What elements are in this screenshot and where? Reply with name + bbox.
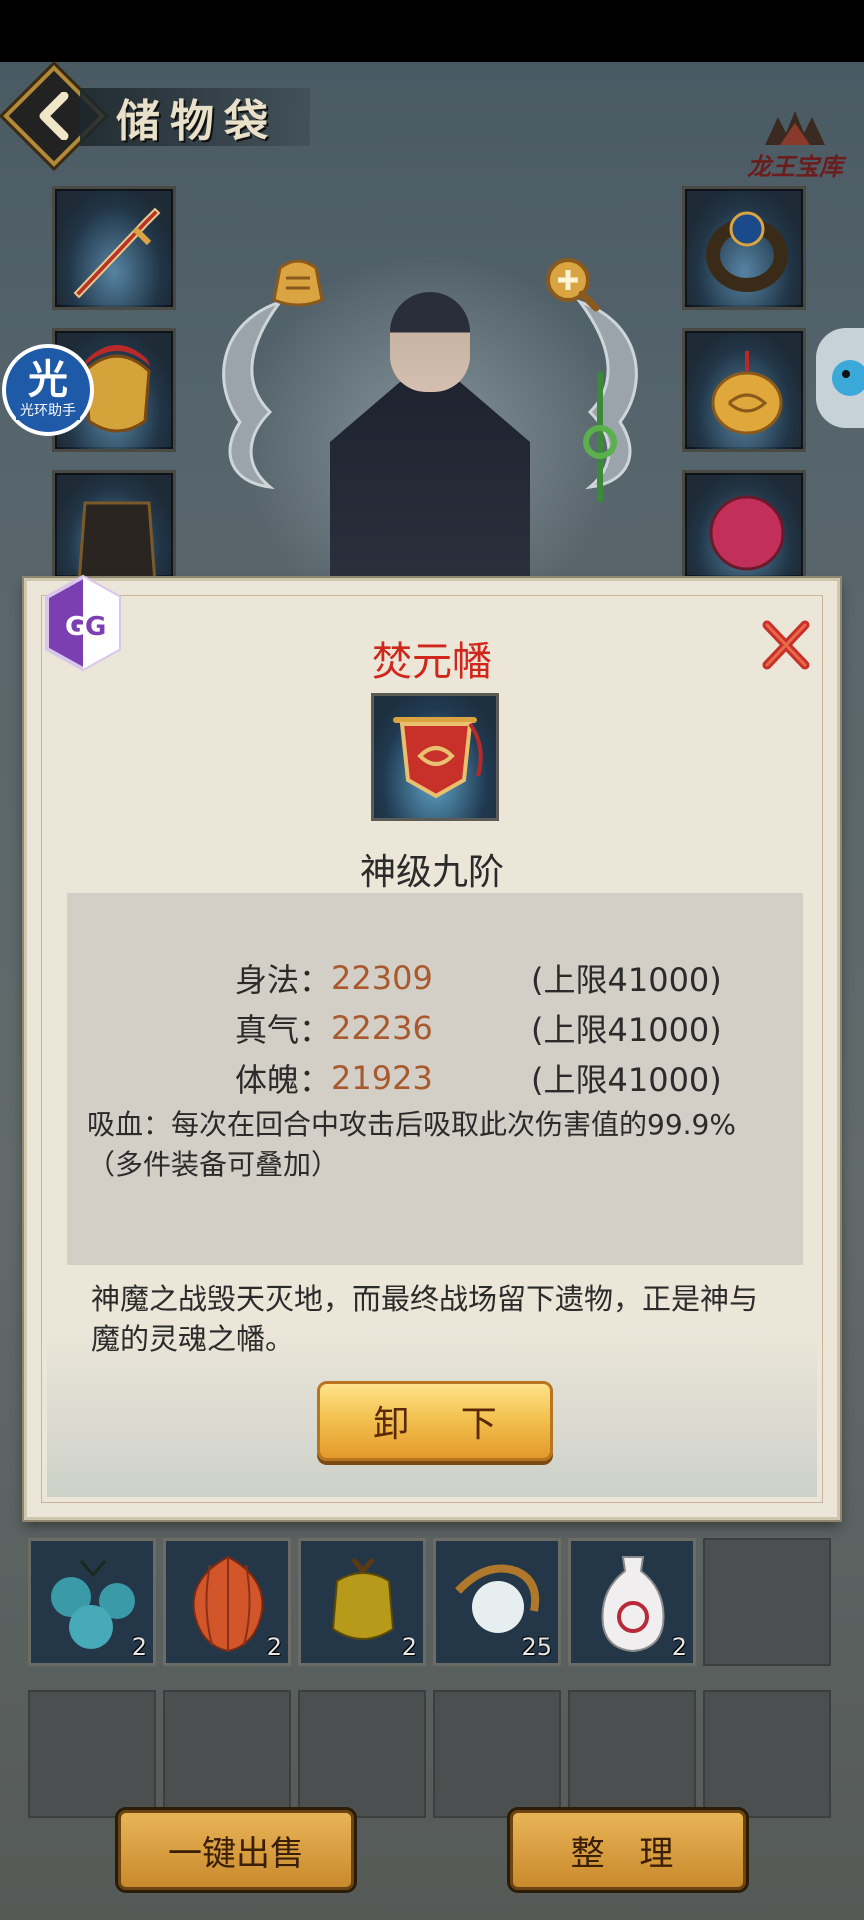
stat-value: 22236 xyxy=(331,1009,433,1047)
inventory-slot-empty[interactable] xyxy=(703,1690,831,1818)
logo-text: 龙王宝库 xyxy=(747,152,843,181)
inventory-slot-empty[interactable] xyxy=(163,1690,291,1818)
item-count: 2 xyxy=(671,1633,687,1661)
item-count: 2 xyxy=(401,1633,417,1661)
sort-button[interactable]: 整 理 xyxy=(510,1810,746,1890)
assistant-badge-glyph: 光 xyxy=(28,357,68,403)
item-grade: 神级九阶 xyxy=(359,852,504,893)
item-name: 焚元幡 xyxy=(372,639,492,685)
inventory-slot[interactable]: 2 xyxy=(298,1538,426,1666)
jade-staff-icon xyxy=(583,372,617,502)
lifesteal-text: 吸血：每次在回合中攻击后吸取此次伤害值的99.9% xyxy=(87,1108,736,1141)
stat-cap: (上限41000) xyxy=(531,1061,722,1099)
item-count: 25 xyxy=(521,1633,552,1661)
stat-cap: (上限41000) xyxy=(531,961,722,999)
floating-assistant-bubble[interactable] xyxy=(816,328,864,428)
equip-slot-weapon[interactable] xyxy=(52,186,176,310)
inventory-slot[interactable]: 25 xyxy=(433,1538,561,1666)
equip-slot-ring[interactable] xyxy=(682,186,806,310)
treasury-logo: 龙王宝库 xyxy=(740,82,850,182)
item-description: 神魔之战毁天灭地，而最终战场留下遗物，正是神与魔的灵魂之幡。 xyxy=(91,1282,759,1356)
sell-all-button[interactable]: 一键出售 xyxy=(118,1810,354,1890)
armor-icon xyxy=(77,501,157,577)
inventory-slot-empty[interactable] xyxy=(28,1690,156,1818)
equip-slot-orb[interactable] xyxy=(682,470,806,580)
status-bar xyxy=(0,0,864,62)
banner-flag-icon xyxy=(393,717,483,799)
stat-row: 身法： 22309 (上限41000) xyxy=(67,953,803,1003)
bag-icon[interactable] xyxy=(266,248,330,312)
unequip-button[interactable]: 卸 下 xyxy=(317,1381,553,1461)
item-stats-panel: 身法： 22309 (上限41000) 真气： 22236 (上限41000) … xyxy=(67,893,803,1265)
inventory-slot[interactable]: 2 xyxy=(163,1538,291,1666)
chevron-left-icon xyxy=(39,92,69,140)
lifesteal-effect: 吸血：每次在回合中攻击后吸取此次伤害值的99.9% （多件装备可叠加） xyxy=(67,1103,803,1185)
item-count: 2 xyxy=(131,1633,147,1661)
equip-slot-armor[interactable] xyxy=(52,470,176,580)
stat-label: 体魄： xyxy=(234,1061,331,1099)
stat-row: 真气： 22236 (上限41000) xyxy=(67,1003,803,1053)
stat-cap: (上限41000) xyxy=(531,1011,722,1049)
mascot-icon xyxy=(832,360,864,396)
equip-slot-amulet[interactable] xyxy=(682,328,806,452)
stat-value: 21923 xyxy=(331,1059,433,1097)
item-icon-frame xyxy=(371,693,499,821)
stat-label: 真气： xyxy=(234,1011,331,1049)
sword-icon xyxy=(73,207,161,299)
stat-value: 22309 xyxy=(331,959,433,997)
page-title: 储物袋 xyxy=(116,96,278,147)
page-title-banner: 储物袋 xyxy=(80,88,310,147)
item-count: 2 xyxy=(266,1633,282,1661)
ring-icon xyxy=(706,211,788,292)
inventory-slot-empty[interactable] xyxy=(433,1690,561,1818)
assistant-badge-label: 光环助手 xyxy=(16,400,80,420)
character-portrait[interactable] xyxy=(310,272,550,582)
inventory-slot[interactable]: 2 xyxy=(28,1538,156,1666)
lifesteal-note: （多件装备可叠加） xyxy=(87,1148,340,1181)
item-detail-dialog: G G 焚元幡 神级九阶 身法： 22309 (上限41000) 真气： 222… xyxy=(24,574,840,1520)
orb-icon xyxy=(709,495,785,571)
stat-row: 体魄： 21923 (上限41000) xyxy=(67,1053,803,1103)
inventory-screen: 储物袋 龙王宝库 光 光环助手 G G 焚元幡 神级九阶 身法： 22309 (… xyxy=(0,62,864,1920)
left-ornament xyxy=(222,299,285,490)
dragon-crest-icon xyxy=(765,111,825,145)
pendant-icon xyxy=(711,351,783,435)
inventory-slot-empty[interactable] xyxy=(703,1538,831,1666)
inventory-slot-empty[interactable] xyxy=(568,1690,696,1818)
zoom-in-icon[interactable] xyxy=(540,252,604,316)
inventory-grid: 2 2 2 25 2 xyxy=(28,1538,836,1844)
character-display xyxy=(180,212,680,632)
inventory-slot[interactable]: 2 xyxy=(568,1538,696,1666)
stat-label: 身法： xyxy=(234,961,331,999)
assistant-app-badge[interactable]: 光 光环助手 xyxy=(2,344,94,436)
inventory-slot-empty[interactable] xyxy=(298,1690,426,1818)
